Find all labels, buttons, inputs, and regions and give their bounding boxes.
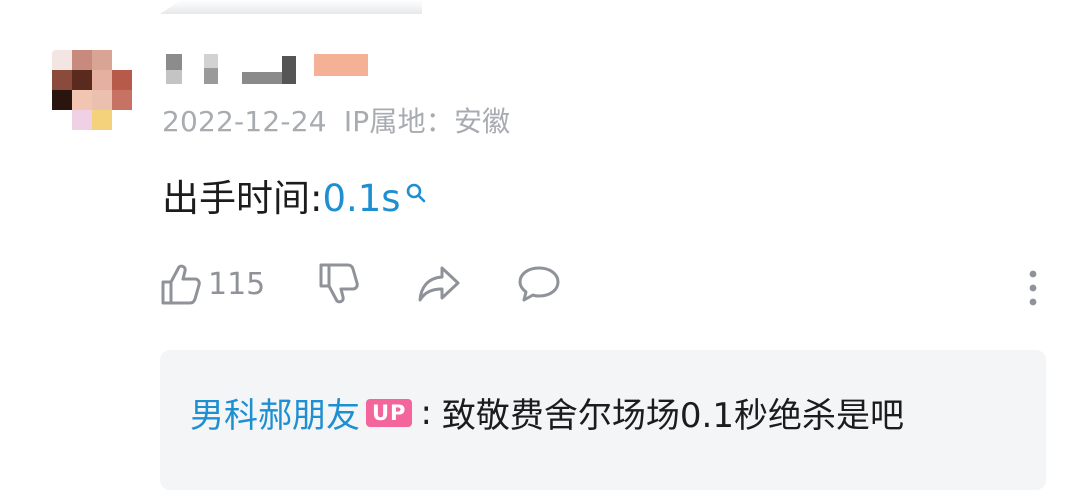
reply-button[interactable] xyxy=(516,262,562,306)
like-count: 115 xyxy=(208,266,266,302)
like-button[interactable]: 115 xyxy=(160,262,265,306)
up-badge: UP xyxy=(366,398,413,427)
share-button[interactable] xyxy=(416,262,462,306)
previous-item-edge xyxy=(160,0,422,14)
reply-text: 致敬费舍尔场场0.1秒绝杀是吧 xyxy=(441,396,904,436)
thumbs-down-icon xyxy=(319,263,359,304)
more-vertical-icon xyxy=(1029,270,1037,306)
comment-text-prefix: 出手时间: xyxy=(162,177,323,220)
comment-date: 2022-12-24 xyxy=(162,105,327,138)
username-censored[interactable] xyxy=(164,50,374,84)
share-icon xyxy=(418,266,460,302)
dislike-button[interactable] xyxy=(318,262,360,306)
comment-action-bar: 115 xyxy=(160,262,1040,318)
avatar[interactable] xyxy=(52,50,132,130)
reply-author[interactable]: 男科郝朋友 xyxy=(190,388,360,437)
search-icon[interactable] xyxy=(405,170,427,213)
reply-preview[interactable]: 男科郝朋友 UP : 致敬费舍尔场场0.1秒绝杀是吧 xyxy=(160,350,1046,490)
reply-item: 男科郝朋友 UP : 致敬费舍尔场场0.1秒绝杀是吧 xyxy=(190,388,904,437)
comment-icon xyxy=(518,266,560,302)
reply-separator: : xyxy=(420,392,432,433)
ip-location: IP属地：安徽 xyxy=(343,105,511,138)
thumbs-up-icon xyxy=(161,264,201,305)
comment-body: 出手时间:0.1s xyxy=(162,168,427,222)
comment-search-link[interactable]: 0.1s xyxy=(322,177,400,220)
more-button[interactable] xyxy=(1026,268,1040,312)
comment-meta: 2022-12-24 IP属地：安徽 xyxy=(162,100,510,140)
